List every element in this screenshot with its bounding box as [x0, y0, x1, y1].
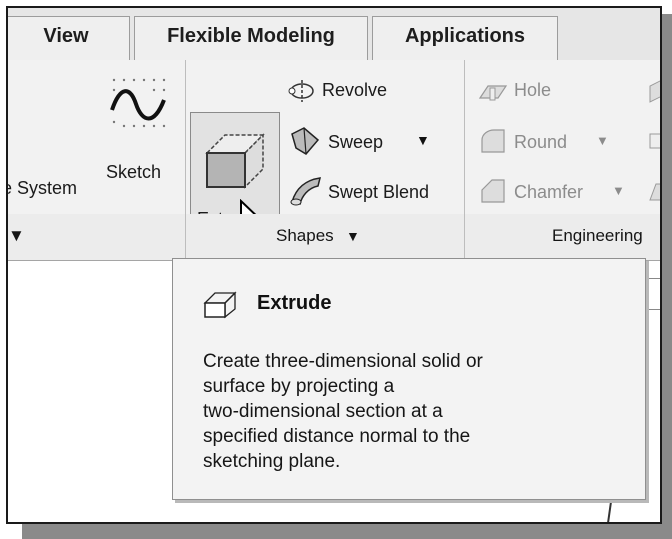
chamfer-label: Chamfer [514, 182, 584, 202]
canvas-toolbar-fragment[interactable] [648, 278, 660, 310]
chamfer-icon [478, 178, 508, 204]
ribbon-group-bar: ▼ Shapes ▼ Engineering [8, 214, 660, 261]
coordinate-system-button[interactable]: e System [8, 178, 77, 199]
hole-icon [478, 80, 508, 102]
figure-shadow-bottom [22, 524, 672, 539]
sketch-icon [108, 74, 170, 134]
swept-blend-label: Swept Blend [328, 182, 430, 202]
tab-applications[interactable]: Applications [372, 16, 558, 60]
swept-blend-icon [288, 174, 324, 206]
group-separator [185, 214, 186, 260]
tooltip-description: Create three-dimensional solid or surfac… [203, 351, 483, 472]
tab-flexible-modeling[interactable]: Flexible Modeling [134, 16, 368, 60]
chamfer-button[interactable]: Chamfer ▼ [478, 176, 638, 206]
revolve-icon [288, 80, 316, 102]
hole-label: Hole [514, 80, 552, 100]
round-label: Round [514, 132, 568, 152]
revolve-button[interactable]: Revolve [288, 76, 428, 106]
sweep-icon [288, 126, 322, 156]
sketch-label: Sketch [106, 162, 162, 182]
engineering-group-label[interactable]: Engineering [552, 226, 643, 246]
chevron-down-icon[interactable]: ▼ [612, 183, 625, 198]
chevron-down-icon[interactable]: ▼ [416, 132, 430, 148]
ribbon-panel: e System Sketch Revolve Sweep ▼ Swept Bl… [8, 60, 660, 263]
extrude-icon [203, 289, 239, 319]
screenshot-frame: View Flexible Modeling Applications e Sy… [6, 6, 662, 524]
partial-tool-icon[interactable] [648, 178, 660, 204]
shapes-group-menu[interactable]: Shapes ▼ [276, 214, 386, 260]
tooltip-title: Extrude [257, 292, 332, 314]
chevron-down-icon: ▼ [346, 228, 360, 244]
sweep-label: Sweep [328, 132, 384, 152]
extrude-icon [203, 125, 269, 189]
chevron-down-icon[interactable]: ▼ [596, 133, 609, 148]
tab-view[interactable]: View [8, 16, 130, 60]
figure-shadow-right [662, 14, 672, 532]
round-icon [478, 128, 508, 154]
sweep-button[interactable]: Sweep ▼ [288, 124, 438, 158]
group-separator [464, 214, 465, 260]
shapes-group-label: Shapes [276, 226, 334, 245]
round-button[interactable]: Round ▼ [478, 126, 618, 156]
swept-blend-button[interactable]: Swept Blend [288, 174, 460, 208]
partial-tool-icon[interactable] [648, 78, 660, 104]
partial-tool-icon[interactable] [648, 128, 660, 154]
ribbon-tab-bar: View Flexible Modeling Applications [8, 8, 660, 61]
revolve-label: Revolve [322, 80, 388, 100]
chevron-down-icon[interactable]: ▼ [8, 226, 25, 246]
extrude-tooltip: Extrude Create three-dimensional solid o… [172, 258, 646, 500]
hole-button[interactable]: Hole [478, 76, 588, 106]
sketch-button[interactable]: Sketch [100, 68, 180, 198]
